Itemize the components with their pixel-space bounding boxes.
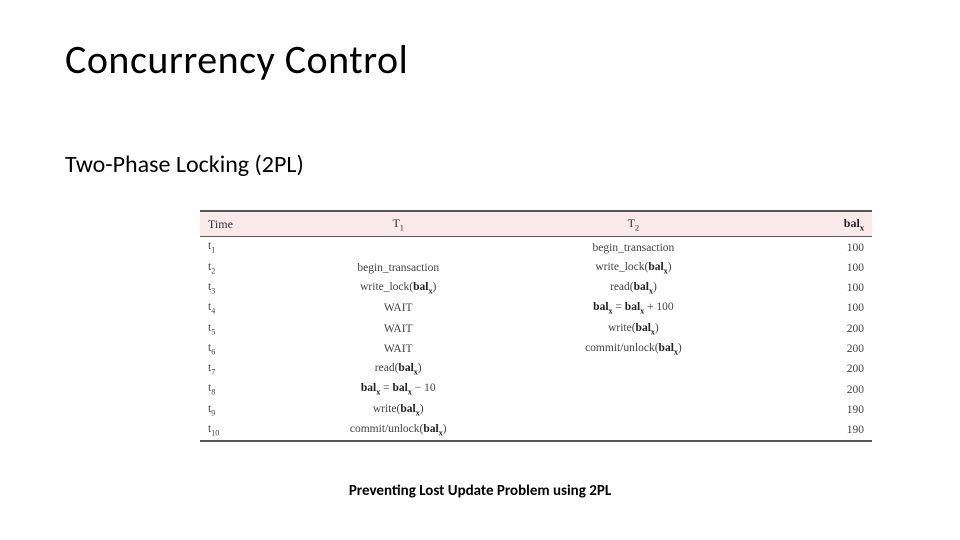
cell-bal: 100 [751,278,872,298]
cell-time: t10 [200,420,281,441]
cell-t2 [516,379,751,399]
cell-bal: 200 [751,379,872,399]
cell-bal: 200 [751,339,872,359]
schedule-table-container: Time T1 T2 balx t1 begin_transaction 100… [200,210,872,442]
table-row: t5 WAIT write(balx) 200 [200,319,872,339]
cell-t2: write(balx) [516,319,751,339]
table-row: t7 read(balx) 200 [200,359,872,379]
page-title: Concurrency Control [65,35,408,84]
cell-bal: 100 [751,237,872,258]
cell-time: t1 [200,237,281,258]
cell-time: t3 [200,278,281,298]
cell-t2 [516,359,751,379]
cell-bal: 100 [751,258,872,278]
cell-t2: balx = balx + 100 [516,298,751,318]
table-row: t4 WAIT balx = balx + 100 100 [200,298,872,318]
col-t1: T1 [281,211,516,237]
cell-t2 [516,400,751,420]
figure-caption: Preventing Lost Update Problem using 2PL [0,482,960,500]
cell-t2: begin_transaction [516,237,751,258]
cell-bal: 190 [751,420,872,441]
table-header-row: Time T1 T2 balx [200,211,872,237]
cell-t2 [516,420,751,441]
col-time: Time [200,211,281,237]
cell-bal: 200 [751,359,872,379]
cell-t1: WAIT [281,319,516,339]
cell-time: t9 [200,400,281,420]
table-row: t10 commit/unlock(balx) 190 [200,420,872,441]
cell-t1: begin_transaction [281,258,516,278]
schedule-table: Time T1 T2 balx t1 begin_transaction 100… [200,210,872,442]
cell-t1: WAIT [281,298,516,318]
cell-time: t5 [200,319,281,339]
table-row: t6 WAIT commit/unlock(balx) 200 [200,339,872,359]
col-bal: balx [751,211,872,237]
table-row: t2 begin_transaction write_lock(balx) 10… [200,258,872,278]
cell-t1: write(balx) [281,400,516,420]
cell-t2: write_lock(balx) [516,258,751,278]
cell-time: t2 [200,258,281,278]
cell-bal: 190 [751,400,872,420]
cell-t1 [281,237,516,258]
cell-t2: commit/unlock(balx) [516,339,751,359]
table-row: t3 write_lock(balx) read(balx) 100 [200,278,872,298]
cell-time: t6 [200,339,281,359]
cell-t1: WAIT [281,339,516,359]
table-row: t1 begin_transaction 100 [200,237,872,258]
cell-t2: read(balx) [516,278,751,298]
cell-bal: 100 [751,298,872,318]
cell-t1: balx = balx − 10 [281,379,516,399]
cell-time: t7 [200,359,281,379]
cell-t1: write_lock(balx) [281,278,516,298]
cell-bal: 200 [751,319,872,339]
cell-t1: read(balx) [281,359,516,379]
table-row: t9 write(balx) 190 [200,400,872,420]
cell-time: t8 [200,379,281,399]
cell-time: t4 [200,298,281,318]
col-t2: T2 [516,211,751,237]
table-row: t8 balx = balx − 10 200 [200,379,872,399]
subtitle: Two-Phase Locking (2PL) [65,150,304,179]
cell-t1: commit/unlock(balx) [281,420,516,441]
